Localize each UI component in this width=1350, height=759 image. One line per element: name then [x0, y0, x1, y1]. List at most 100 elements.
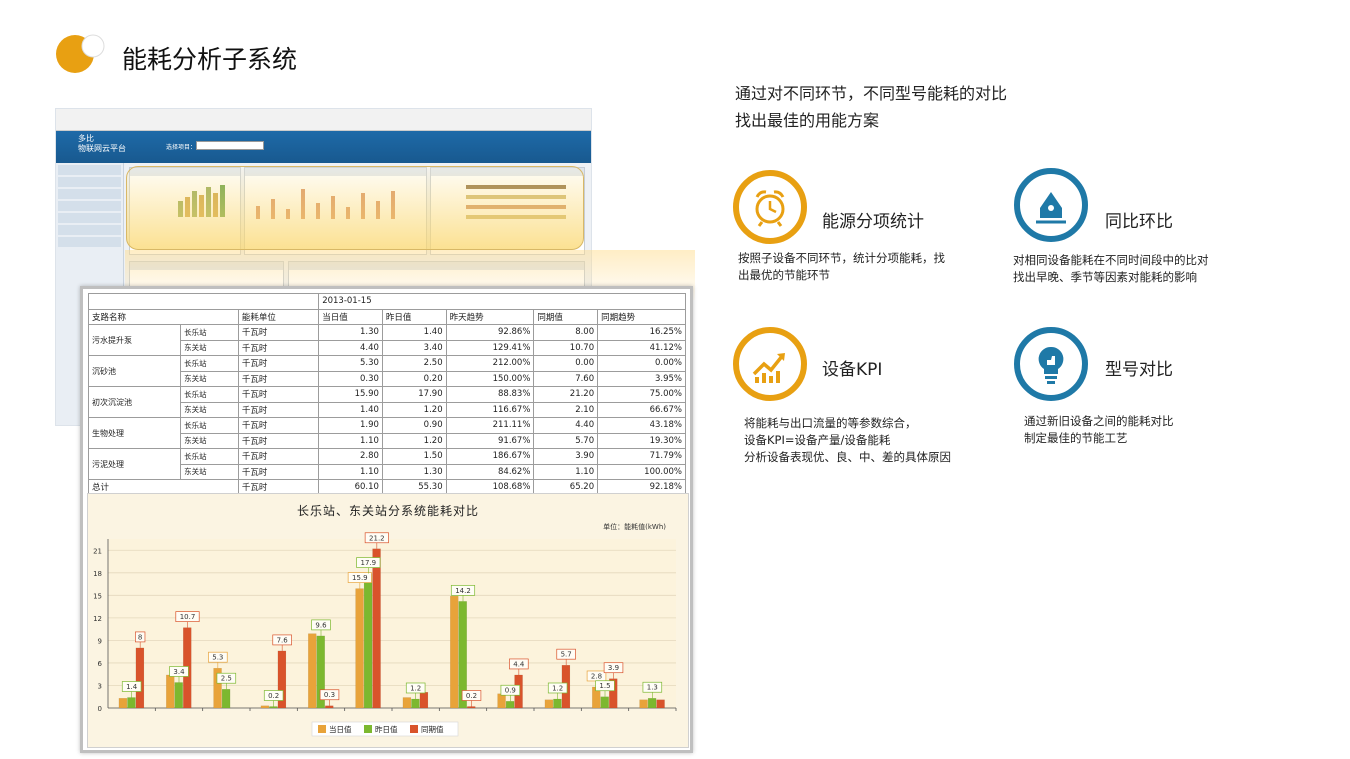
table-cell: 1.40	[318, 401, 383, 418]
table-cell: 2.10	[533, 401, 599, 418]
bar	[363, 573, 373, 709]
table-cell	[87, 293, 320, 310]
system-name: 沉砂池	[87, 355, 182, 387]
title-bullet-icon	[56, 34, 105, 73]
sidebar-item[interactable]	[58, 225, 121, 235]
data-label: 9.6	[315, 621, 327, 629]
sidebar-item[interactable]	[58, 165, 121, 175]
alarm-clock-icon	[733, 170, 807, 244]
bar	[544, 699, 554, 709]
data-label: 5.3	[212, 654, 223, 662]
data-label: 2.8	[591, 672, 602, 680]
brand-logo: 多比 物联网云平台	[78, 134, 126, 154]
table-cell: 千瓦时	[237, 339, 320, 356]
table-cell: 千瓦时	[237, 448, 320, 465]
bar	[600, 696, 609, 709]
data-label: 3.9	[608, 664, 619, 672]
highlight-overlay	[126, 166, 584, 250]
table-row: 初次沉淀池 长乐站 千瓦时 15.90 17.90 88.83% 21.20 75.00%	[87, 386, 686, 418]
table-header-row: 支路名称 能耗单位 当日值 昨日值 昨天趋势 同期值 同期趋势	[88, 308, 686, 325]
table-cell: 0.30	[318, 370, 383, 387]
table-cell: 0.00	[533, 355, 599, 372]
y-tick-label: 21	[93, 547, 102, 555]
feature-desc: 按照子设备不同环节，统计分项能耗，找 出最优的节能环节	[738, 250, 945, 284]
y-tick-label: 9	[98, 637, 102, 645]
table-cell: 66.67%	[597, 401, 686, 418]
data-label: 0.2	[466, 692, 477, 700]
table-cell: 75.00%	[597, 386, 686, 403]
sidebar-item[interactable]	[58, 213, 121, 223]
table-cell: 1.30	[318, 324, 383, 341]
sidebar-item[interactable]	[58, 237, 121, 247]
table-cell: 千瓦时	[237, 324, 320, 341]
bar	[553, 698, 562, 709]
data-label: 1.2	[410, 684, 421, 692]
station-name: 长乐站	[180, 386, 239, 403]
station-name: 东关站	[180, 370, 239, 387]
intro-text: 通过对不同环节，不同型号能耗的对比 找出最佳的用能方案	[735, 80, 1007, 134]
bar	[372, 548, 381, 709]
bar	[505, 701, 515, 709]
table-cell: 3.95%	[597, 370, 686, 387]
table-cell: 3.40	[381, 339, 447, 356]
system-name: 初次沉淀池	[87, 386, 182, 418]
table-cell: 186.67%	[445, 448, 535, 465]
table-cell: 5.70	[533, 432, 599, 449]
table-cell: 1.20	[381, 432, 447, 449]
table-cell: 1.10	[318, 432, 383, 449]
y-tick-label: 15	[93, 592, 102, 600]
sidebar-item[interactable]	[58, 177, 121, 187]
station-name: 长乐站	[180, 355, 239, 372]
data-label: 2.5	[221, 675, 232, 683]
table-cell: 19.30%	[597, 432, 686, 449]
bar	[221, 689, 231, 709]
report-date: 2013-01-15	[318, 293, 686, 310]
app-header: 多比 物联网云平台 选择项目：	[56, 131, 591, 163]
bar	[656, 699, 665, 709]
feature-desc-line: 找出早晚、季节等因素对能耗的影响	[1013, 270, 1197, 284]
bar	[308, 633, 317, 709]
table-cell: 100.00%	[597, 463, 686, 480]
page-title: 能耗分析子系统	[122, 45, 298, 74]
table-cell: 211.11%	[445, 417, 535, 434]
column-header: 支路名称	[88, 308, 239, 325]
table-cell: 43.18%	[597, 417, 686, 434]
data-label: 10.7	[180, 613, 196, 621]
table-cell: 129.41%	[445, 339, 535, 356]
y-tick-label: 12	[93, 615, 102, 623]
project-select[interactable]	[196, 141, 264, 150]
sidebar-item[interactable]	[58, 201, 121, 211]
plot-area	[108, 539, 676, 708]
bar	[402, 697, 412, 709]
table-cell: 4.40	[318, 339, 383, 356]
table-cell: 41.12%	[597, 339, 686, 356]
slide: 能耗分析子系统 多比 物联网云平台 选择项目： 2013-01-15 支路名称 …	[0, 0, 1350, 759]
feature-desc-line: 分析设备表现优、良、中、差的具体原因	[744, 450, 951, 464]
y-tick-label: 3	[98, 682, 102, 690]
column-header: 能耗单位	[237, 308, 320, 325]
feature-desc-line: 按照子设备不同环节，统计分项能耗，找	[738, 251, 945, 265]
bar	[174, 682, 183, 709]
station-name: 长乐站	[180, 417, 239, 434]
table-cell: 21.20	[533, 386, 599, 403]
column-header: 同期趋势	[597, 308, 686, 325]
table-cell: 1.40	[381, 324, 447, 341]
sidebar-item[interactable]	[58, 189, 121, 199]
table-cell: 千瓦时	[237, 386, 320, 403]
bar	[269, 706, 278, 709]
table-cell: 3.90	[533, 448, 599, 465]
feature-desc-line: 设备KPI=设备产量/设备能耗	[744, 433, 891, 447]
table-cell: 17.90	[381, 386, 447, 403]
table-cell: 1.20	[381, 401, 447, 418]
table-date-row: 2013-01-15	[87, 293, 686, 310]
feature-title: 能源分项统计	[822, 212, 924, 232]
table-cell: 2.80	[318, 448, 383, 465]
table-row: 污水提升泵 长乐站 千瓦时 1.30 1.40 92.86% 8.00 16.25%	[87, 324, 686, 356]
table-cell: 千瓦时	[237, 355, 320, 372]
data-label: 14.2	[455, 587, 471, 595]
bar	[419, 692, 429, 709]
column-header: 当日值	[318, 308, 383, 325]
bar	[127, 697, 136, 709]
data-label: 8	[138, 633, 142, 641]
table-cell: 千瓦时	[237, 432, 320, 449]
